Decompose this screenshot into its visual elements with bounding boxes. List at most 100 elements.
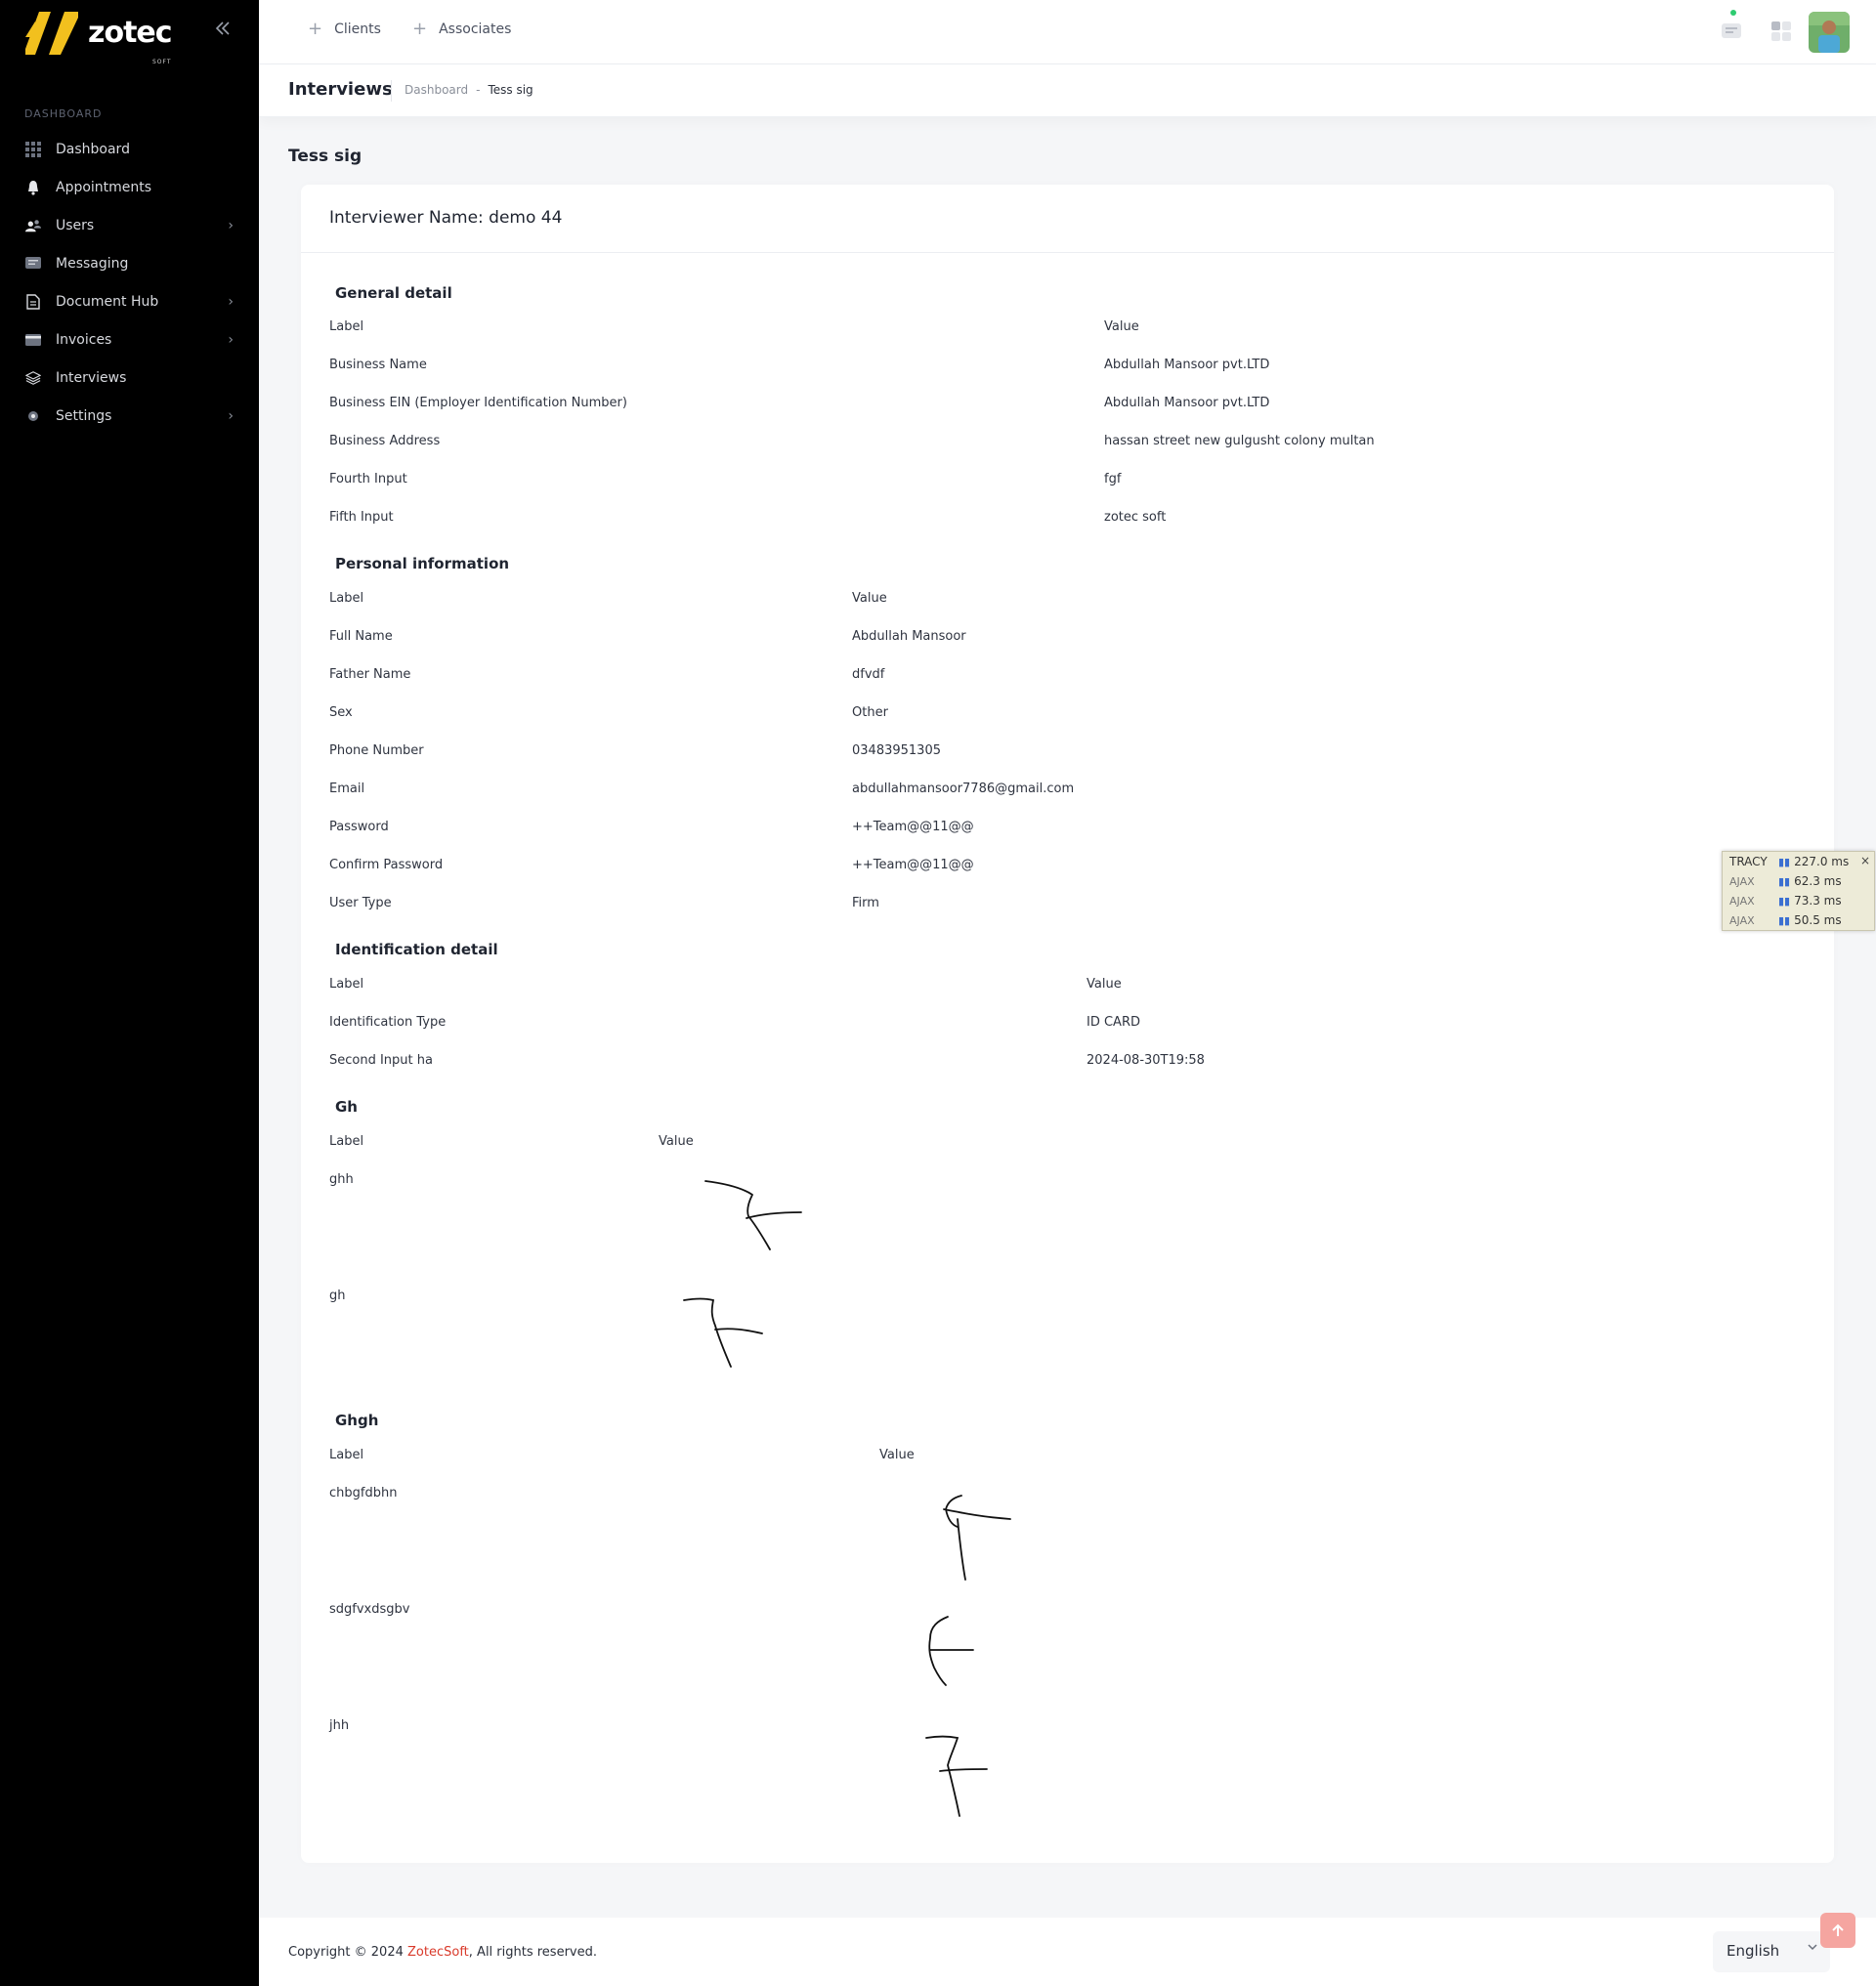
apps-menu-button[interactable] [1769, 20, 1793, 43]
sidebar-item-label: Messaging [56, 255, 129, 272]
column-header-value: Value [659, 1134, 694, 1149]
page-toolbar: Interviews Dashboard - Tess sig [259, 64, 1876, 117]
copyright-prefix: Copyright © 2024 [288, 1945, 408, 1960]
row-label: Password [329, 820, 389, 834]
logo-text: zotec SOFT [88, 16, 173, 66]
row-value: 2024-08-30T19:58 [1087, 1053, 1205, 1068]
chevron-right-icon: › [228, 218, 234, 233]
grid-icon [25, 141, 41, 157]
sidebar-item-label: Dashboard [56, 141, 130, 157]
sidebar-item-label: Document Hub [56, 293, 159, 310]
tracy-ajax-time: 62.3 ms [1794, 874, 1842, 888]
row-label: Full Name [329, 629, 393, 644]
sidebar-item-settings[interactable]: Settings › [0, 397, 259, 435]
chat-icon [1722, 23, 1741, 38]
messages-button[interactable] [1720, 20, 1743, 43]
row-label: Business Name [329, 358, 427, 372]
sidebar-item-users[interactable]: Users › [0, 206, 259, 244]
tracy-debug-panel[interactable]: TRACY ▮▮ 227.0 ms × AJAX ▮▮ 62.3 ms AJAX… [1722, 851, 1875, 931]
row-value: Abdullah Mansoor [852, 629, 966, 644]
clients-link[interactable]: + Clients [308, 21, 381, 38]
breadcrumb-separator: - [476, 83, 481, 97]
sidebar: zotec SOFT DASHBOARD Dashboard Appointme… [0, 0, 259, 1986]
interview-card: Interviewer Name: demo 44 General detail… [301, 185, 1834, 1863]
user-avatar[interactable] [1809, 12, 1850, 53]
bar-chart-icon: ▮▮ [1778, 855, 1791, 868]
section-title-gh: Gh [335, 1098, 358, 1116]
logo-mark-icon [25, 12, 78, 55]
column-header-label: Label [329, 1448, 364, 1462]
copyright-text: Copyright © 2024 ZotecSoft, All rights r… [288, 1945, 597, 1960]
bar-chart-icon: ▮▮ [1778, 913, 1791, 927]
associates-link[interactable]: + Associates [412, 19, 511, 39]
collapse-sidebar-button[interactable] [213, 19, 233, 38]
section-title-general-detail: General detail [335, 284, 452, 302]
gear-icon [25, 408, 41, 424]
sidebar-item-label: Interviews [56, 369, 127, 386]
breadcrumb: Dashboard - Tess sig [405, 83, 533, 97]
breadcrumb-home-link[interactable]: Dashboard [405, 83, 468, 97]
row-value: ++Team@@11@@ [852, 858, 974, 872]
tracy-ajax-row[interactable]: AJAX ▮▮ 50.5 ms [1723, 910, 1874, 930]
row-value: Abdullah Mansoor pvt.LTD [1104, 358, 1270, 372]
brand-name: zotec [88, 16, 173, 50]
tracy-total-row[interactable]: TRACY ▮▮ 227.0 ms × [1723, 852, 1874, 871]
column-header-value: Value [879, 1448, 915, 1462]
chevron-right-icon: › [228, 408, 234, 424]
language-select[interactable]: English [1713, 1931, 1830, 1972]
tracy-ajax-row[interactable]: AJAX ▮▮ 73.3 ms [1723, 891, 1874, 910]
row-value: ID CARD [1087, 1015, 1140, 1030]
plus-icon: + [412, 19, 428, 39]
column-header-value: Value [1087, 977, 1122, 992]
language-value: English [1727, 1942, 1780, 1960]
row-label: Second Input ha [329, 1053, 433, 1068]
row-value: fgf [1104, 472, 1122, 486]
clients-label: Clients [334, 21, 381, 37]
row-value: 03483951305 [852, 743, 941, 758]
row-label: Email [329, 782, 365, 796]
tracy-ajax-row[interactable]: AJAX ▮▮ 62.3 ms [1723, 871, 1874, 891]
scroll-to-top-button[interactable] [1820, 1913, 1855, 1948]
row-value: hassan street new gulgusht colony multan [1104, 434, 1375, 448]
sidebar-item-interviews[interactable]: Interviews [0, 359, 259, 397]
column-header-label: Label [329, 977, 364, 992]
sidebar-item-invoices[interactable]: Invoices › [0, 320, 259, 359]
chevron-down-icon [1807, 1941, 1818, 1956]
column-header-label: Label [329, 1134, 364, 1149]
sidebar-item-dashboard[interactable]: Dashboard [0, 130, 259, 168]
row-label: gh [329, 1289, 346, 1303]
tracy-ajax-label: AJAX [1729, 913, 1755, 927]
section-title-ghgh: Ghgh [335, 1412, 379, 1429]
signature-image [704, 1180, 802, 1250]
tracy-close-button[interactable]: × [1860, 854, 1870, 867]
breadcrumb-current: Tess sig [488, 83, 533, 97]
card-icon [25, 332, 41, 348]
page-title: Interviews [288, 79, 393, 100]
tracy-ajax-label: AJAX [1729, 894, 1755, 908]
logo[interactable]: zotec SOFT [25, 10, 173, 66]
footer: Copyright © 2024 ZotecSoft, All rights r… [259, 1918, 1876, 1986]
brand-sub: SOFT [152, 59, 172, 65]
sidebar-item-label: Appointments [56, 179, 152, 195]
row-label: Sex [329, 705, 353, 720]
users-icon [25, 218, 41, 233]
row-label: User Type [329, 896, 392, 910]
layers-icon [25, 370, 41, 386]
section-title-personal-information: Personal information [335, 555, 510, 572]
signature-image [683, 1297, 763, 1368]
bar-chart-icon: ▮▮ [1778, 894, 1791, 908]
card-title: Interviewer Name: demo 44 [301, 185, 1834, 253]
sidebar-item-messaging[interactable]: Messaging [0, 244, 259, 282]
copyright-suffix: , All rights reserved. [468, 1945, 597, 1960]
row-label: Fifth Input [329, 510, 394, 525]
notification-dot [1730, 10, 1736, 16]
row-value: abdullahmansoor7786@gmail.com [852, 782, 1075, 796]
arrow-up-icon [1832, 1923, 1844, 1936]
sidebar-item-document-hub[interactable]: Document Hub › [0, 282, 259, 320]
content-title: Tess sig [288, 147, 362, 166]
company-link[interactable]: ZotecSoft [407, 1945, 469, 1960]
row-label: Business Address [329, 434, 441, 448]
column-header-value: Value [852, 591, 887, 606]
row-label: Confirm Password [329, 858, 444, 872]
sidebar-item-appointments[interactable]: Appointments [0, 168, 259, 206]
